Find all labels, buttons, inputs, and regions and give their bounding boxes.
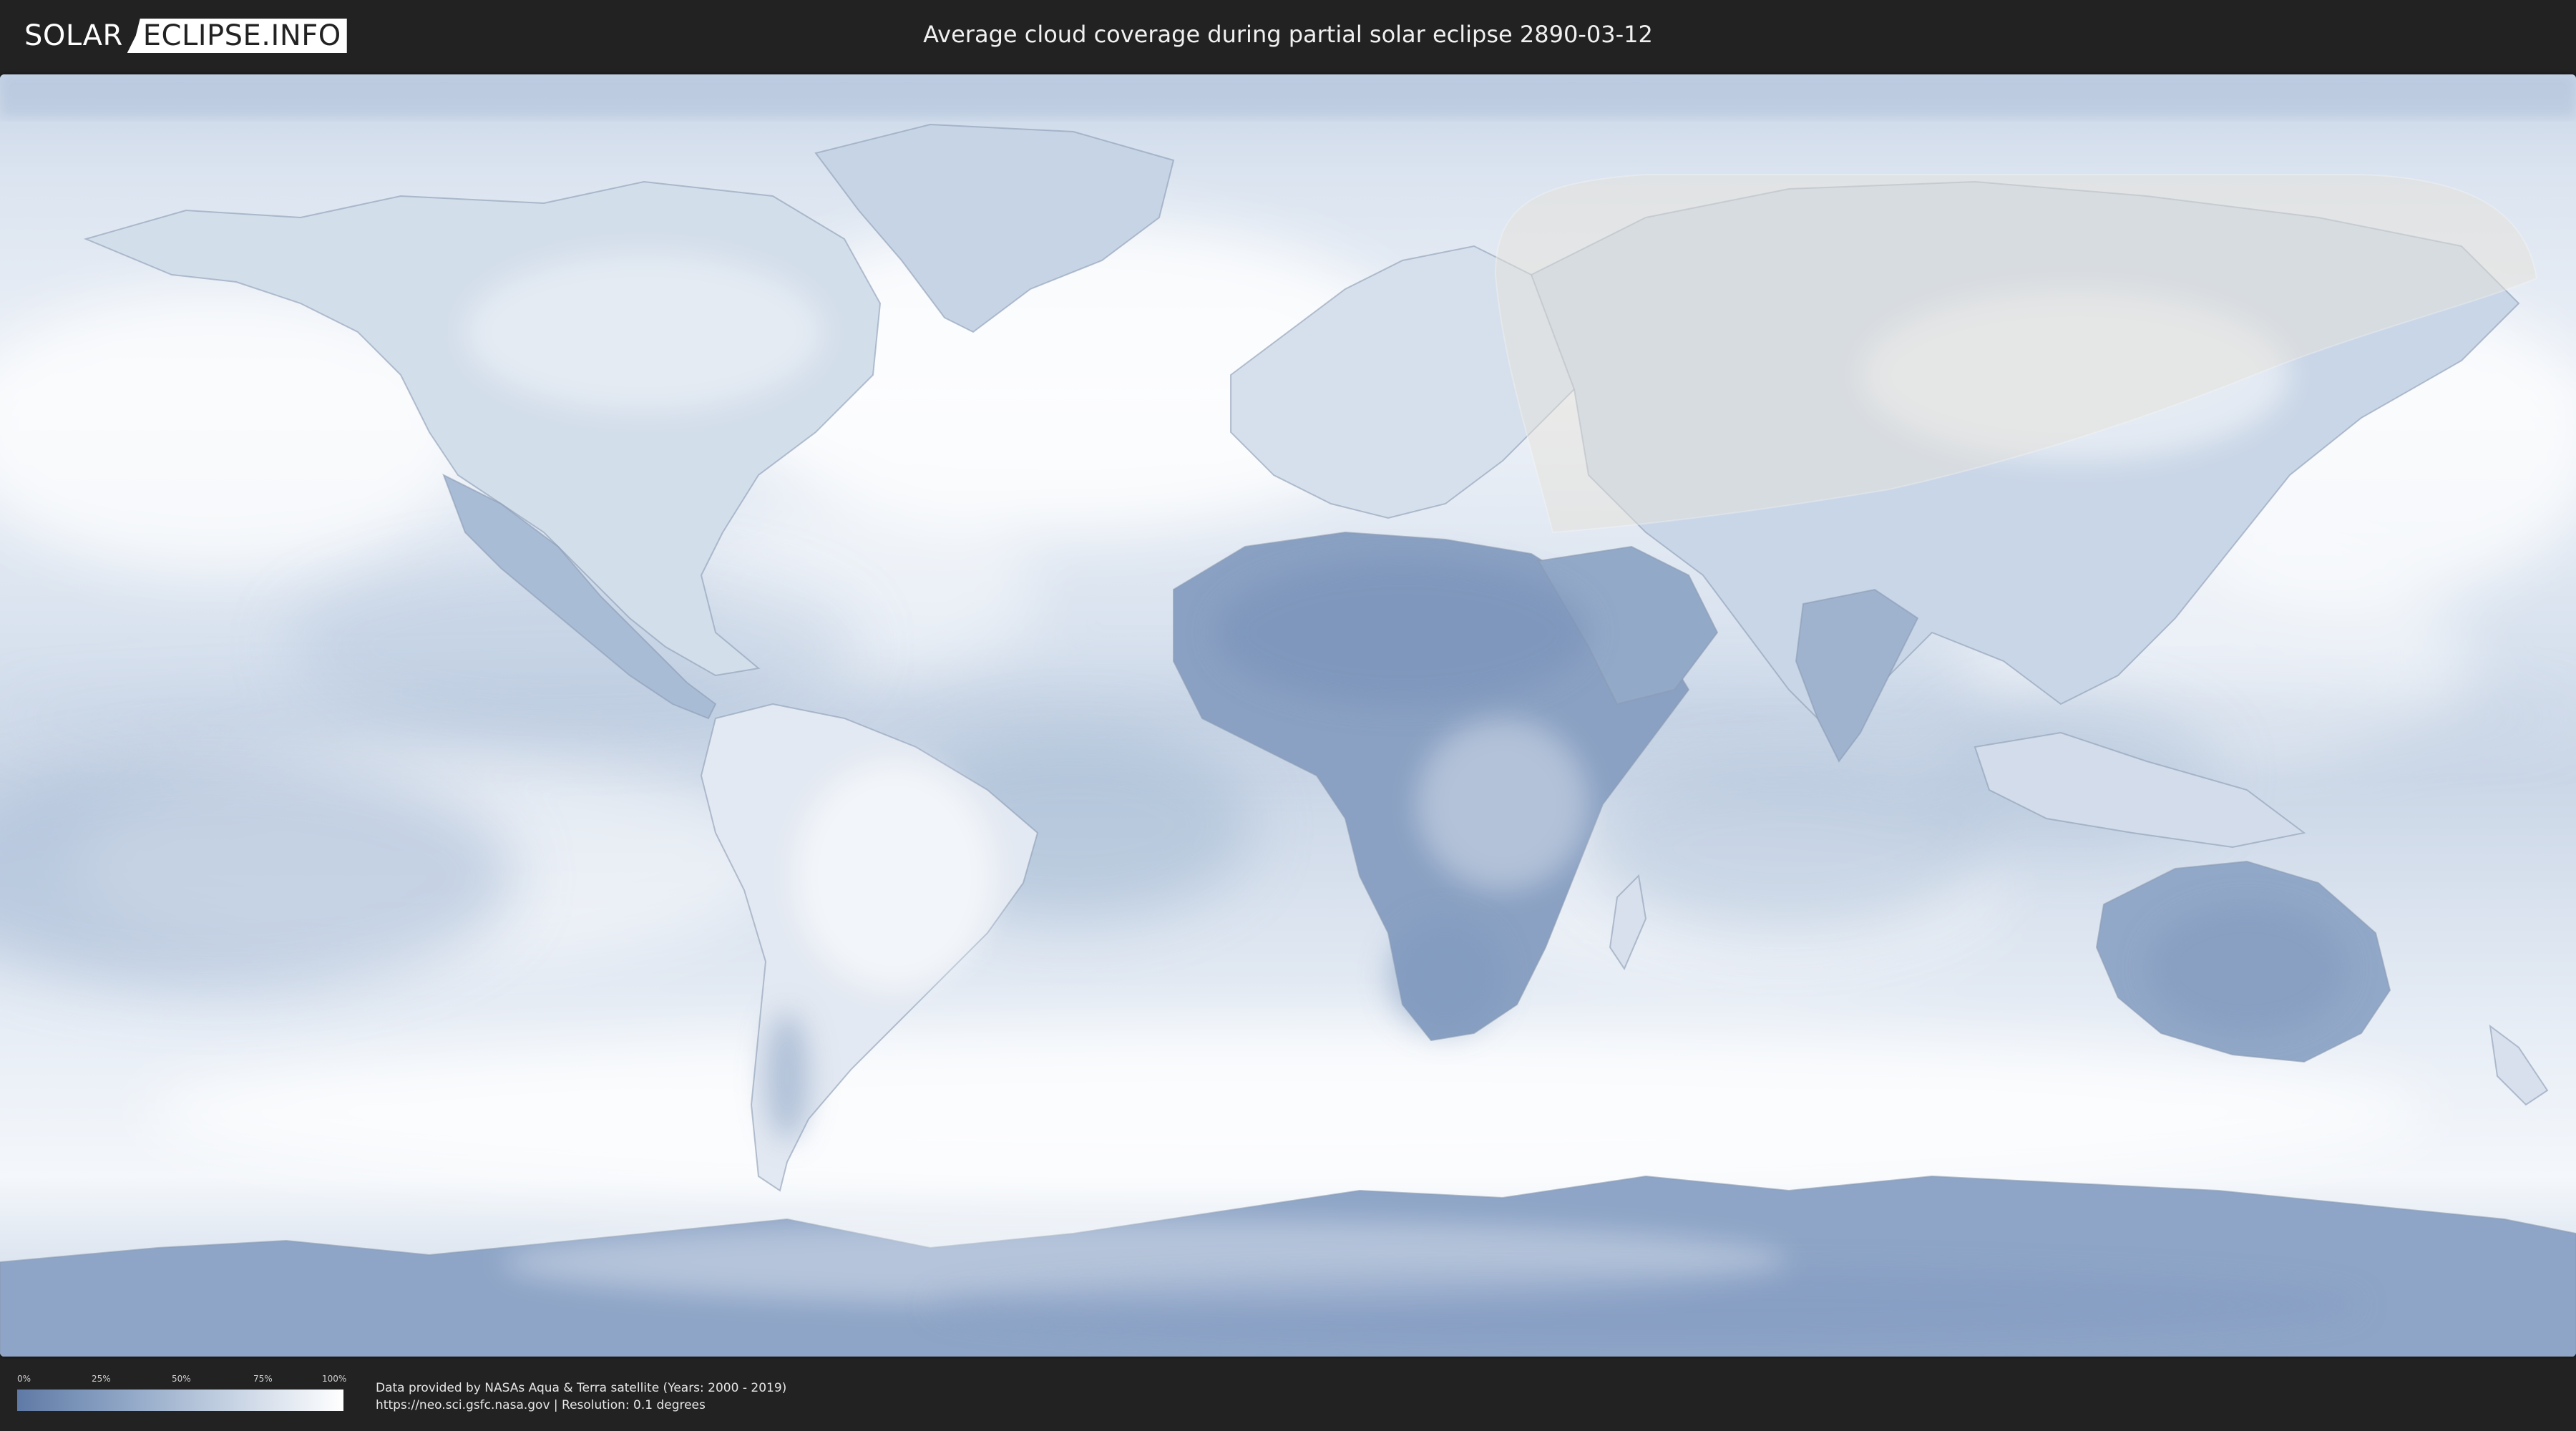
- legend-tick-100: 100%: [322, 1374, 347, 1384]
- legend-tick-25: 25%: [92, 1374, 111, 1384]
- page-title: Average cloud coverage during partial so…: [923, 21, 1653, 48]
- data-credits: Data provided by NASAs Aqua & Terra sate…: [376, 1379, 786, 1414]
- credits-line-source: Data provided by NASAs Aqua & Terra sate…: [376, 1381, 787, 1395]
- legend-tick-75: 75%: [253, 1374, 273, 1384]
- cloud-coverage-map: [0, 74, 2576, 1357]
- footer: 0% 25% 50% 75% 100% Data provided by NAS…: [0, 1359, 2576, 1431]
- credits-line-url[interactable]: https://neo.sci.gsfc.nasa.gov | Resoluti…: [376, 1397, 786, 1414]
- legend-tick-50: 50%: [172, 1374, 191, 1384]
- world-map: [0, 74, 2576, 1357]
- map-edge-shade-top: [0, 74, 2576, 117]
- legend-tick-0: 0%: [17, 1374, 31, 1384]
- legend-color-bar: [17, 1390, 343, 1411]
- header: SOLAR ECLIPSE.INFO Average cloud coverag…: [0, 0, 2576, 70]
- page: SOLAR ECLIPSE.INFO Average cloud coverag…: [0, 0, 2576, 1431]
- cloud-coverage-legend: 0% 25% 50% 75% 100%: [17, 1374, 347, 1415]
